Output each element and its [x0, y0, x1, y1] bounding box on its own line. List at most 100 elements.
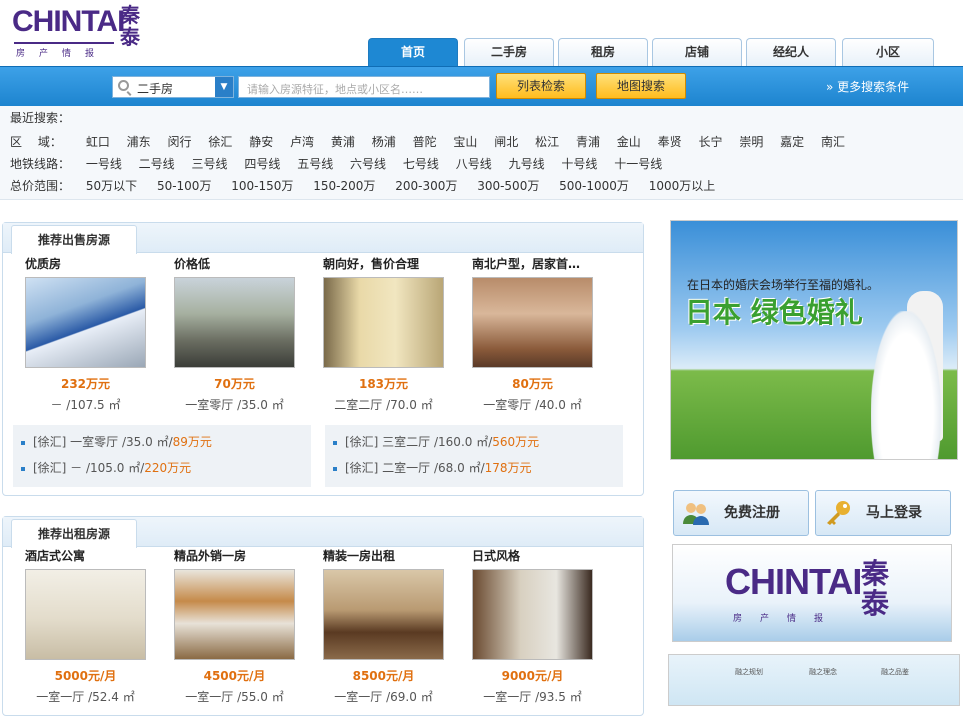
tab-shops[interactable]: 店铺	[652, 38, 742, 66]
price-link[interactable]: 100-150万	[231, 177, 293, 195]
ad-logo-en: CHINTAI	[725, 561, 862, 602]
rent-card[interactable]: 精装一房出租 8500元/月 一室一厅 /69.0 ㎡	[323, 547, 467, 704]
listing-name[interactable]: 优质房	[25, 255, 169, 272]
recent-label: 最近搜索：	[10, 111, 71, 125]
rent-card[interactable]: 日式风格 9000元/月 一室一厅 /93.5 ㎡	[472, 547, 616, 704]
list-item-desc[interactable]: [徐汇] － /105.0 ㎡/	[33, 461, 144, 475]
listing-photo[interactable]	[25, 569, 146, 660]
district-link[interactable]: 闸北	[494, 133, 518, 151]
district-link[interactable]: 奉贤	[658, 133, 682, 151]
listing-photo[interactable]	[323, 569, 444, 660]
listing-photo[interactable]	[174, 569, 295, 660]
metro-link[interactable]: 二号线	[139, 155, 175, 173]
district-link[interactable]: 普陀	[413, 133, 437, 151]
district-link[interactable]: 南汇	[821, 133, 845, 151]
sale-list-left: [徐汇] 一室零厅 /35.0 ㎡/89万元 [徐汇] － /105.0 ㎡/2…	[13, 425, 311, 487]
metro-label: 地铁线路：	[10, 157, 71, 171]
price-link[interactable]: 500-1000万	[559, 177, 629, 195]
district-link[interactable]: 虹口	[86, 133, 110, 151]
listing-name[interactable]: 精品外销一房	[174, 547, 318, 564]
more-conditions-link[interactable]: » 更多搜索条件	[826, 78, 909, 95]
sale-panel-title[interactable]: 推荐出售房源	[11, 225, 137, 254]
listing-size: 一室一厅 /55.0 ㎡	[185, 690, 284, 704]
metro-link[interactable]: 十一号线	[614, 155, 662, 173]
listing-photo[interactable]	[174, 277, 295, 368]
district-link[interactable]: 青浦	[576, 133, 600, 151]
listing-photo[interactable]	[25, 277, 146, 368]
list-item[interactable]: [徐汇] 二室一厅 /68.0 ㎡/178万元	[333, 459, 532, 476]
listing-size: 一室一厅 /52.4 ㎡	[36, 690, 135, 704]
district-link[interactable]: 崇明	[739, 133, 763, 151]
metro-link[interactable]: 六号线	[350, 155, 386, 173]
district-link[interactable]: 静安	[249, 133, 273, 151]
district-link[interactable]: 黄浦	[331, 133, 355, 151]
listing-name[interactable]: 精装一房出租	[323, 547, 467, 564]
district-link[interactable]: 杨浦	[372, 133, 396, 151]
district-link[interactable]: 松江	[535, 133, 559, 151]
metro-link[interactable]: 四号线	[244, 155, 280, 173]
district-link[interactable]: 卢湾	[290, 133, 314, 151]
sale-card[interactable]: 南北户型，居家首… 80万元 一室零厅 /40.0 ㎡	[472, 255, 616, 412]
district-link[interactable]: 闵行	[168, 133, 192, 151]
property-ad-banner[interactable]: 融之规划 融之理念 融之品鉴	[668, 654, 960, 706]
list-item-desc[interactable]: [徐汇] 一室零厅 /35.0 ㎡/	[33, 435, 173, 449]
price-link[interactable]: 50-100万	[157, 177, 212, 195]
list-item-desc[interactable]: [徐汇] 二室一厅 /68.0 ㎡/	[345, 461, 485, 475]
price-link[interactable]: 1000万以上	[649, 177, 716, 195]
district-link[interactable]: 浦东	[127, 133, 151, 151]
register-button[interactable]: 免费注册	[673, 490, 809, 536]
tab-rent[interactable]: 租房	[558, 38, 648, 66]
sale-card[interactable]: 优质房 232万元 － /107.5 ㎡	[25, 255, 169, 412]
list-search-button[interactable]: 列表检索	[496, 73, 586, 99]
wedding-ad-banner[interactable]: 在日本的婚庆会场举行至福的婚礼。 日本 绿色婚礼	[670, 220, 958, 460]
price-link[interactable]: 50万以下	[86, 177, 137, 195]
map-search-button[interactable]: 地图搜索	[596, 73, 686, 99]
tab-secondhand[interactable]: 二手房	[464, 38, 554, 66]
list-item[interactable]: [徐汇] － /105.0 ㎡/220万元	[21, 459, 191, 476]
listing-price: 8500元/月	[352, 669, 415, 683]
listing-name[interactable]: 朝向好，售价合理	[323, 255, 467, 272]
rent-card[interactable]: 酒店式公寓 5000元/月 一室一厅 /52.4 ㎡	[25, 547, 169, 704]
rent-panel-title[interactable]: 推荐出租房源	[11, 519, 137, 548]
chintai-ad-banner[interactable]: CHINTAI 秦泰 房产情报	[672, 544, 952, 642]
search-input[interactable]: 请输入房源特征，地点或小区名……	[238, 76, 490, 98]
tab-agents[interactable]: 经纪人	[746, 38, 836, 66]
ad-logo-cn: 秦泰	[861, 557, 890, 620]
list-item-desc[interactable]: [徐汇] 三室二厅 /160.0 ㎡/	[345, 435, 492, 449]
metro-link[interactable]: 十号线	[561, 155, 597, 173]
list-item[interactable]: [徐汇] 一室零厅 /35.0 ㎡/89万元	[21, 433, 212, 450]
tab-community[interactable]: 小区	[842, 38, 934, 66]
price-link[interactable]: 150-200万	[313, 177, 375, 195]
tab-home[interactable]: 首页	[368, 38, 458, 66]
district-link[interactable]: 长宁	[698, 133, 722, 151]
listing-name[interactable]: 日式风格	[472, 547, 616, 564]
metro-link[interactable]: 九号线	[509, 155, 545, 173]
listing-photo[interactable]	[472, 569, 593, 660]
ad-logo-sub: 房产情报	[733, 614, 842, 624]
sale-card[interactable]: 朝向好，售价合理 183万元 二室二厅 /70.0 ㎡	[323, 255, 467, 412]
price-link[interactable]: 200-300万	[395, 177, 457, 195]
listing-photo[interactable]	[472, 277, 593, 368]
listing-name[interactable]: 酒店式公寓	[25, 547, 169, 564]
chevron-down-icon[interactable]: ▼	[215, 77, 233, 97]
rent-card[interactable]: 精品外销一房 4500元/月 一室一厅 /55.0 ㎡	[174, 547, 318, 704]
search-type-select[interactable]: 二手房 ▼	[112, 76, 234, 98]
district-link[interactable]: 金山	[617, 133, 641, 151]
metro-link[interactable]: 三号线	[192, 155, 228, 173]
listing-name[interactable]: 南北户型，居家首…	[472, 255, 616, 272]
listing-name[interactable]: 价格低	[174, 255, 318, 272]
listing-photo[interactable]	[323, 277, 444, 368]
price-link[interactable]: 300-500万	[477, 177, 539, 195]
site-logo[interactable]: CHINTAI 秦泰 房产情报	[12, 4, 154, 60]
district-link[interactable]: 嘉定	[780, 133, 804, 151]
metro-link[interactable]: 五号线	[297, 155, 333, 173]
login-button[interactable]: 马上登录	[815, 490, 951, 536]
sale-card[interactable]: 价格低 70万元 一室零厅 /35.0 ㎡	[174, 255, 318, 412]
district-link[interactable]: 徐汇	[208, 133, 232, 151]
district-link[interactable]: 宝山	[453, 133, 477, 151]
list-item[interactable]: [徐汇] 三室二厅 /160.0 ㎡/560万元	[333, 433, 539, 450]
metro-link[interactable]: 七号线	[403, 155, 439, 173]
metro-link[interactable]: 八号线	[456, 155, 492, 173]
recent-search-row: 最近搜索：	[10, 109, 70, 127]
metro-link[interactable]: 一号线	[86, 155, 122, 173]
